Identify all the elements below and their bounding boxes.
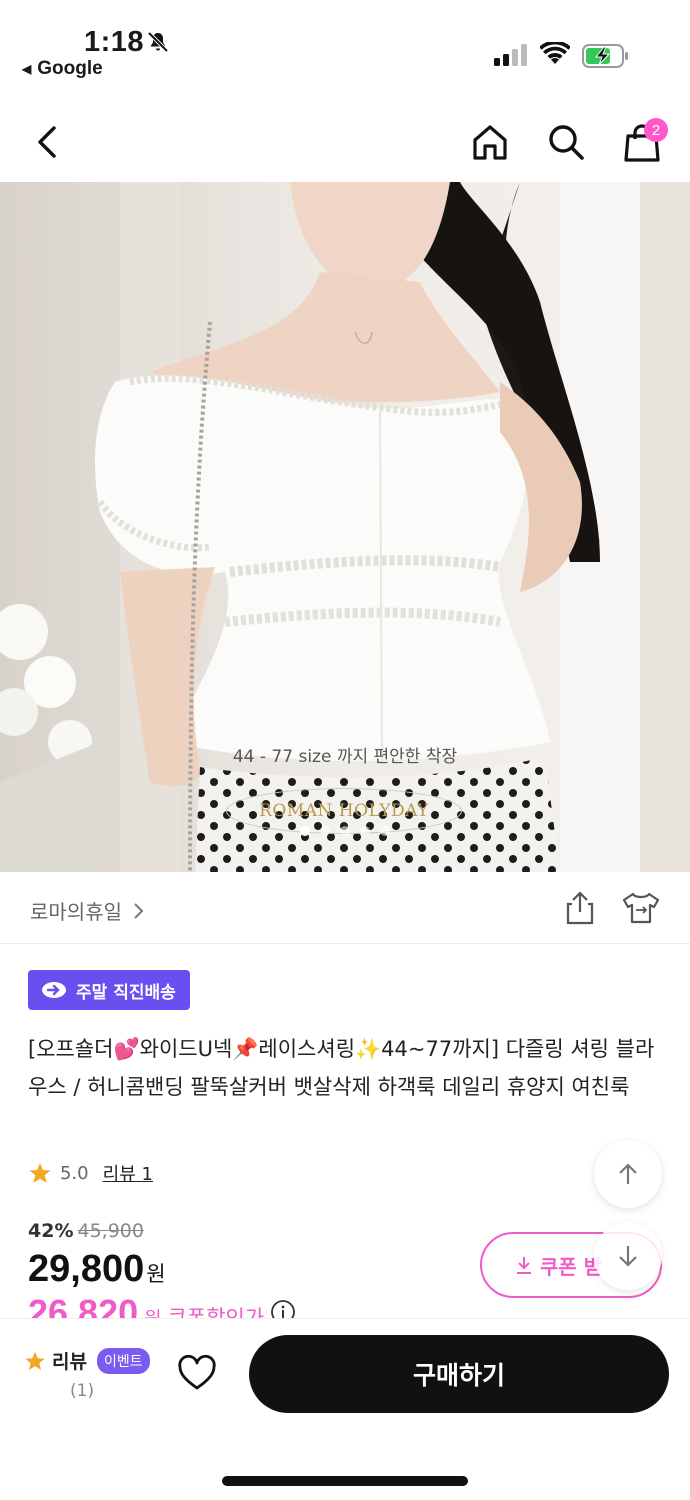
carousel-dot-3[interactable] [340,826,350,836]
home-indicator [222,1476,468,1486]
review-count: (1) [70,1381,95,1401]
coupon-button-label: 쿠폰 받 [540,1254,603,1279]
home-icon[interactable] [470,122,510,162]
rating-score: 5.0 [60,1162,89,1184]
bottom-action-bar: 리뷰 이벤트 (1) 구매하기 [0,1318,690,1500]
sale-price-unit: 원 [146,1262,166,1286]
product-image-carousel[interactable]: 44 - 77 size 까지 편안한 착장 ROMAN HOLYDAY [0,182,690,872]
sale-price-row: 29,800 원 [28,1248,166,1291]
coupon-price: 26,820 [28,1292,139,1318]
carousel-dot-5[interactable] [380,826,390,836]
buy-button[interactable]: 구매하기 [249,1335,669,1413]
info-icon[interactable] [270,1299,296,1318]
discount-rate: 42% [28,1220,74,1242]
arrow-up-icon [619,1163,637,1184]
coupon-price-row: 26,820 원 쿠폰할인가 [28,1292,296,1318]
back-app-label: Google [37,58,103,79]
star-icon [25,1351,45,1370]
chevron-right-icon [134,902,144,919]
arrow-down-icon [619,1246,637,1267]
rating-row: 5.0 리뷰 1 [28,1160,153,1186]
carousel-dot-2[interactable] [320,826,330,836]
sale-price: 29,800 [28,1248,145,1290]
delivery-badge-label: 주말 직진배송 [76,982,176,1003]
brand-name: 로마의휴일 [30,900,122,924]
top-navigation [0,100,690,182]
carousel-indicator [0,826,690,836]
coupon-price-label: 쿠폰할인가 [167,1306,265,1318]
original-price: 45,900 [77,1220,144,1242]
cellular-signal-icon [494,44,527,66]
product-title: [오프숄더💕와이드U넥📌레이스셔링✨44~77까지] 다즐링 셔링 블라우스 /… [28,1037,655,1099]
review-tab-label: 리뷰 [52,1351,87,1373]
brand-row: 로마의휴일 [0,872,690,944]
discount-row: 42% 45,900 [28,1220,144,1242]
weekend-delivery-badge: 주말 직진배송 [28,970,190,1010]
scroll-to-top-button[interactable] [594,1140,662,1208]
carousel-dot-4[interactable] [360,826,370,836]
star-icon [29,1163,51,1183]
compare-shirt-icon[interactable] [620,890,662,926]
status-time: 1:18 [84,26,145,58]
search-icon[interactable] [546,122,586,162]
fast-delivery-icon [42,982,66,998]
back-to-app-link[interactable]: ◀ Google [22,58,103,80]
download-icon [517,1257,531,1274]
status-bar: 1:18 ◀ Google [0,0,690,92]
scroll-to-bottom-button[interactable] [594,1222,662,1290]
product-photo [0,182,690,872]
coupon-price-unit: 원 [144,1304,161,1318]
wifi-icon [540,42,570,64]
bell-slash-icon [147,31,169,53]
heart-icon[interactable] [176,1353,218,1395]
share-icon[interactable] [562,890,598,926]
review-link[interactable]: 리뷰 1 [103,1160,153,1186]
back-triangle-icon: ◀ [22,62,32,76]
review-tab[interactable]: 리뷰 이벤트 [24,1347,150,1374]
brand-link[interactable]: 로마의휴일 [30,896,146,925]
cart-count-badge: 2 [644,118,668,142]
carousel-dot-1[interactable] [300,826,310,836]
back-arrow-icon[interactable] [30,122,66,162]
image-overlay-caption: 44 - 77 size 까지 편안한 착장 [232,747,458,767]
battery-charging-icon [582,44,628,68]
event-badge: 이벤트 [96,1347,150,1374]
